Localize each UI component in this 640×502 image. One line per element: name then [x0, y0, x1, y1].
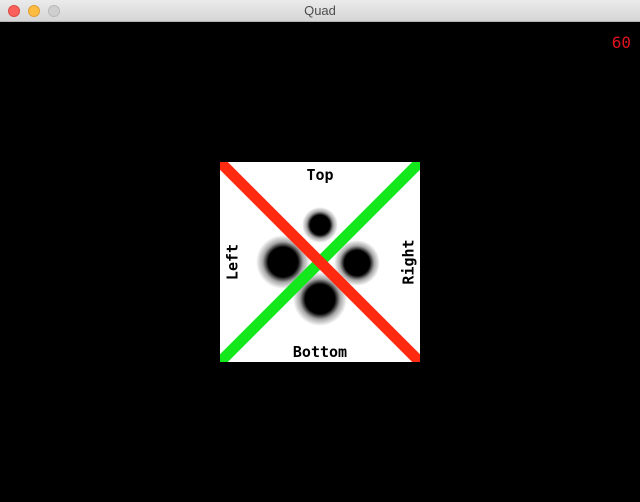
render-canvas[interactable]: 60 Top Bottom Left Right: [0, 22, 640, 502]
label-bottom: Bottom: [292, 343, 348, 361]
label-top: Top: [306, 166, 334, 184]
label-left: Left: [223, 243, 242, 281]
textured-quad: Top Bottom Left Right: [220, 162, 420, 362]
quad-texture: [220, 162, 420, 362]
app-window: Quad 60 Top Bottom Left Right: [0, 0, 640, 502]
title-bar[interactable]: Quad: [0, 0, 640, 22]
fps-counter: 60: [611, 33, 631, 52]
window-title: Quad: [304, 3, 336, 18]
blob-top: [302, 207, 338, 243]
label-right: Right: [399, 239, 418, 285]
